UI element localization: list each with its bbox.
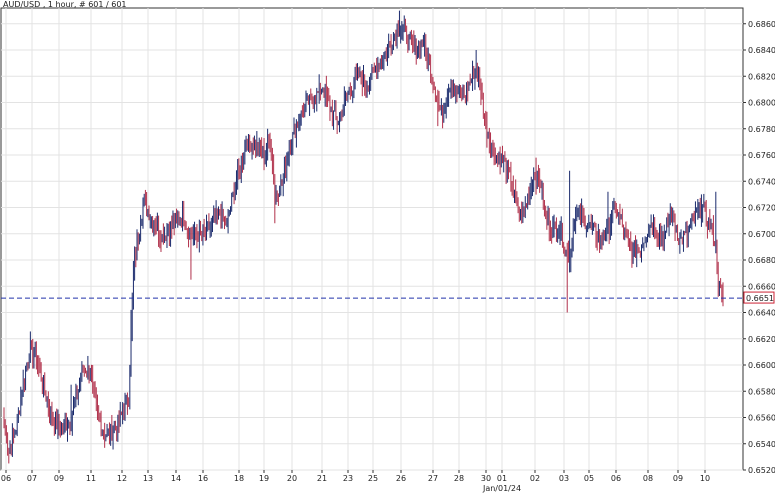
y-tick-label: 0.6820 bbox=[748, 72, 775, 81]
x-tick-label: 18 bbox=[234, 474, 244, 483]
x-tick-label: 16 bbox=[198, 474, 208, 483]
x-tick-label: 05 bbox=[584, 474, 594, 483]
x-tick-label: 23 bbox=[343, 474, 353, 483]
y-axis: 0.6520 0.6540 0.6560 0.6580 0.6600 0.6620 0.66… bbox=[743, 20, 775, 475]
y-tick-label: 0.6800 bbox=[748, 99, 775, 108]
last-price-label: 0.6651 bbox=[746, 294, 774, 303]
chart-container: 0.6520 0.6540 0.6560 0.6580 0.6600 0.6620 0.66… bbox=[0, 0, 775, 494]
y-tick-label: 0.6740 bbox=[748, 177, 775, 186]
x-axis-sublabel: Jan/01/24 bbox=[482, 484, 521, 493]
y-tick-label: 0.6840 bbox=[748, 46, 775, 55]
y-tick-label: 0.6540 bbox=[748, 440, 775, 449]
y-tick-label: 0.6560 bbox=[748, 414, 775, 423]
x-tick-label: 11 bbox=[86, 474, 96, 483]
x-tick-label: 06 bbox=[1, 474, 11, 483]
x-tick-label: 28 bbox=[454, 474, 464, 483]
x-tick-label: 02 bbox=[530, 474, 540, 483]
x-tick-label: 21 bbox=[317, 474, 327, 483]
x-tick-label: 09 bbox=[54, 474, 64, 483]
chart-title: AUD/USD , 1 hour, # 601 / 601 bbox=[3, 0, 127, 9]
x-tick-label: 06 bbox=[611, 474, 621, 483]
x-tick-label: 09 bbox=[673, 474, 683, 483]
y-tick-label: 0.6620 bbox=[748, 335, 775, 344]
x-axis: 06 07 09 11 12 13 14 16 18 19 20 21 23 25 26 27 28 30 01 02… bbox=[1, 470, 710, 483]
x-tick-label: 07 bbox=[27, 474, 37, 483]
y-tick-label: 0.6580 bbox=[748, 387, 775, 396]
y-tick-label: 0.6760 bbox=[748, 151, 775, 160]
x-tick-label: 14 bbox=[171, 474, 181, 483]
y-tick-label: 0.6700 bbox=[748, 230, 775, 239]
x-tick-label: 30 bbox=[481, 474, 491, 483]
x-tick-label: 20 bbox=[287, 474, 297, 483]
x-tick-label: 26 bbox=[396, 474, 406, 483]
x-tick-label: 13 bbox=[143, 474, 153, 483]
y-tick-label: 0.6660 bbox=[748, 282, 775, 291]
y-tick-label: 0.6680 bbox=[748, 256, 775, 265]
x-tick-label: 03 bbox=[559, 474, 569, 483]
x-tick-label: 10 bbox=[700, 474, 710, 483]
y-tick-label: 0.6640 bbox=[748, 309, 775, 318]
price-chart[interactable]: 0.6520 0.6540 0.6560 0.6580 0.6600 0.6620 0.66… bbox=[0, 0, 775, 494]
x-tick-label: 25 bbox=[368, 474, 378, 483]
y-tick-label: 0.6520 bbox=[748, 466, 775, 475]
y-tick-label: 0.6600 bbox=[748, 361, 775, 370]
x-tick-label: 01 bbox=[497, 474, 507, 483]
y-tick-label: 0.6860 bbox=[748, 20, 775, 29]
y-tick-label: 0.6720 bbox=[748, 204, 775, 213]
x-tick-label: 19 bbox=[259, 474, 269, 483]
x-tick-label: 27 bbox=[428, 474, 438, 483]
y-tick-label: 0.6780 bbox=[748, 125, 775, 134]
x-tick-label: 08 bbox=[643, 474, 653, 483]
x-tick-label: 12 bbox=[117, 474, 127, 483]
